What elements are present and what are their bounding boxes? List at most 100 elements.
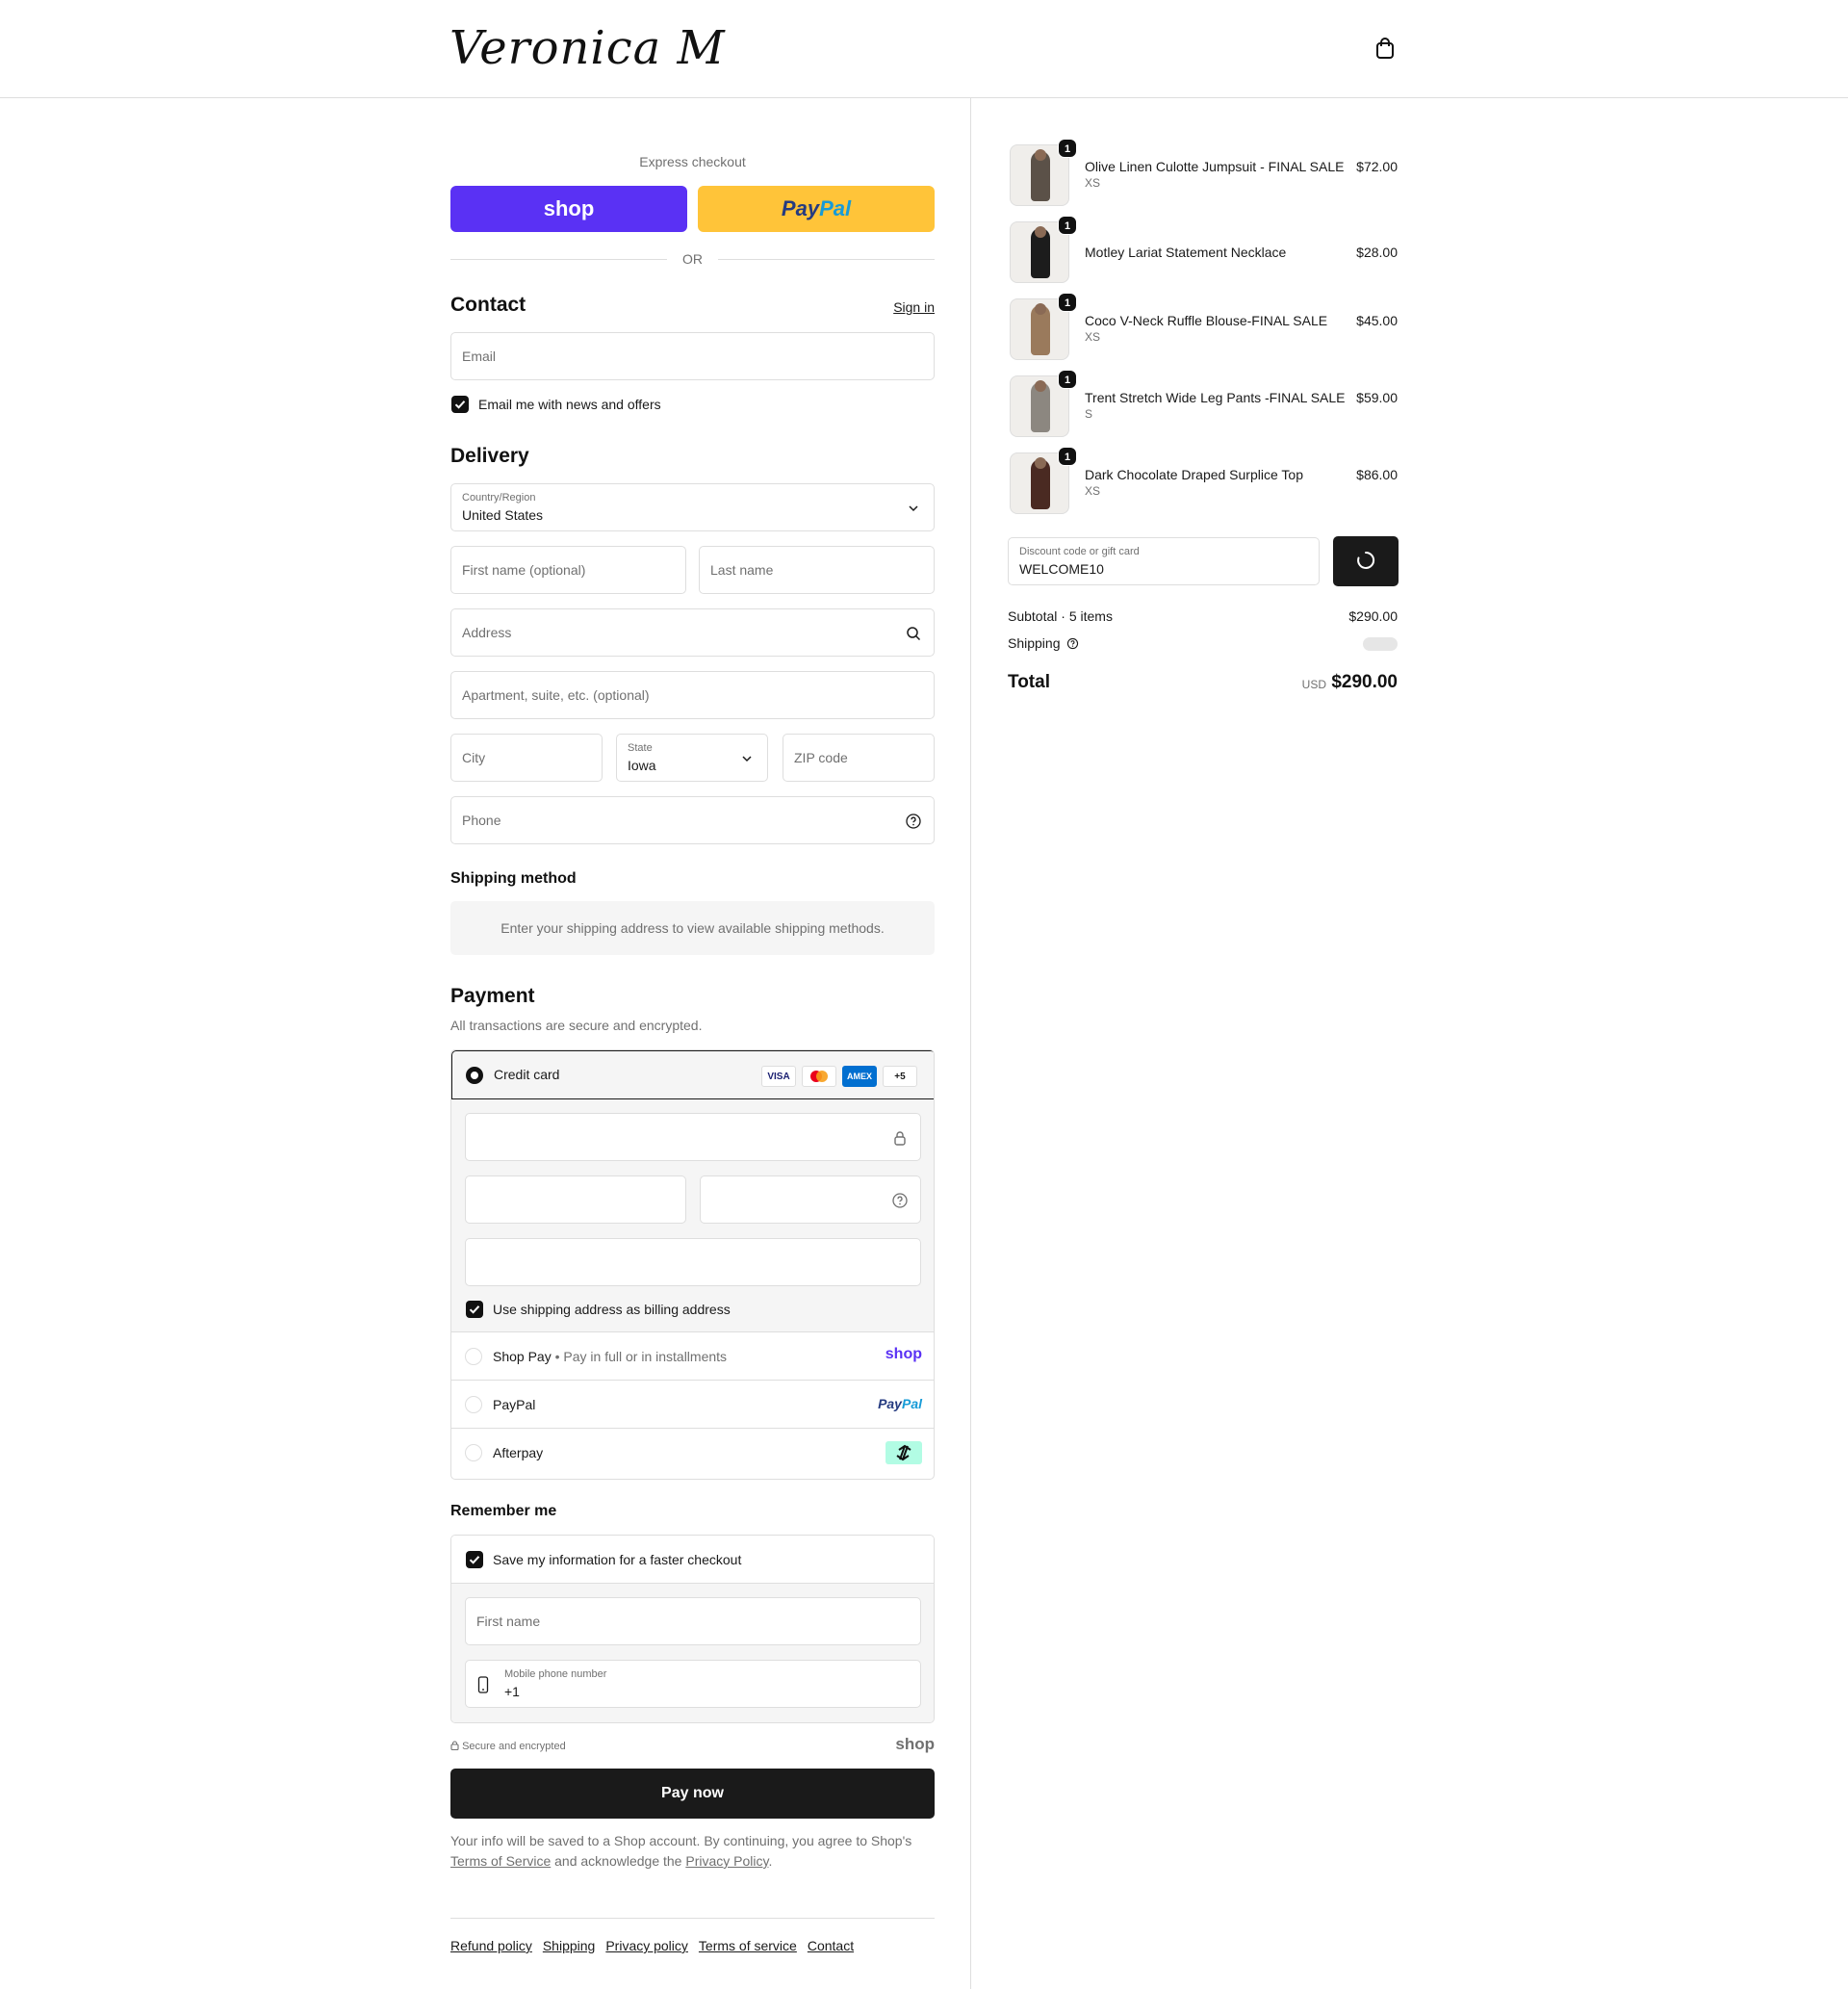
paypal-express-button[interactable]: Pay Pal [698, 186, 935, 232]
shop-pay-express-button[interactable]: shop [450, 186, 687, 232]
paypal-option[interactable]: PayPal PayPal [451, 1381, 934, 1429]
last-name-field[interactable]: Last name [699, 546, 935, 594]
delivery-title: Delivery [450, 445, 529, 467]
privacy-policy-link[interactable]: Privacy policy [605, 1938, 688, 1953]
apply-discount-button[interactable] [1333, 536, 1399, 586]
item-price: $28.00 [1356, 245, 1398, 260]
mastercard-icon [802, 1066, 836, 1087]
paypal-radio[interactable] [465, 1396, 482, 1413]
zip-placeholder: ZIP code [794, 750, 848, 765]
product-figure-head [1035, 303, 1046, 315]
afterpay-radio[interactable] [465, 1444, 482, 1461]
item-price: $59.00 [1356, 390, 1398, 405]
city-placeholder: City [462, 750, 486, 765]
card-number-field[interactable] [465, 1113, 921, 1161]
last-name-placeholder: Last name [710, 562, 774, 578]
shopping-bag-icon[interactable] [1374, 37, 1396, 60]
help-icon[interactable] [891, 1192, 909, 1209]
shipping-link[interactable]: Shipping [543, 1938, 596, 1953]
terms-of-service-link[interactable]: Terms of service [699, 1938, 797, 1953]
shop-pay-radio[interactable] [465, 1348, 482, 1365]
save-info-checkbox[interactable] [466, 1551, 483, 1568]
paypal-logo-pay: Pay [781, 196, 820, 220]
credit-card-form: Use shipping address as billing address [451, 1099, 934, 1332]
shop-pay-option[interactable]: Shop Pay • Pay in full or in installment… [451, 1332, 934, 1381]
quantity-badge: 1 [1058, 216, 1077, 235]
afterpay-arrows-icon [896, 1444, 911, 1461]
apartment-placeholder: Apartment, suite, etc. (optional) [462, 687, 650, 703]
contact-link[interactable]: Contact [808, 1938, 854, 1953]
afterpay-logo [886, 1441, 922, 1464]
lock-icon [894, 1131, 906, 1146]
credit-card-option[interactable]: Credit card VISA AMEX +5 [451, 1050, 934, 1099]
or-divider: OR [450, 249, 935, 269]
email-field[interactable]: Email [450, 332, 935, 380]
remember-first-name-field[interactable]: First name [465, 1597, 921, 1645]
help-icon[interactable] [1066, 637, 1079, 650]
discount-field[interactable]: Discount code or gift card WELCOME10 [1008, 537, 1320, 585]
afterpay-option[interactable]: Afterpay [451, 1429, 934, 1477]
quantity-badge: 1 [1058, 447, 1077, 466]
phone-field[interactable]: Phone [450, 796, 935, 844]
refund-policy-link[interactable]: Refund policy [450, 1938, 532, 1953]
state-label: State [628, 742, 653, 754]
total-label: Total [1008, 672, 1050, 692]
item-name: Dark Chocolate Draped Surplice Top [1085, 467, 1303, 482]
secure-note: Secure and encrypted [450, 1741, 566, 1752]
help-icon[interactable] [905, 813, 922, 830]
pay-now-button[interactable]: Pay now [450, 1769, 935, 1819]
state-select[interactable]: State Iowa [616, 734, 768, 782]
legal-text: Your info will be saved to a Shop accoun… [450, 1833, 912, 1869]
first-name-field[interactable]: First name (optional) [450, 546, 686, 594]
item-price: $86.00 [1356, 467, 1398, 482]
paypal-logo-pal: Pal [819, 196, 852, 220]
product-figure-head [1035, 226, 1046, 238]
address-field[interactable]: Address [450, 608, 935, 657]
store-logo[interactable]: Veronica M [449, 19, 726, 77]
cart-item: 1 Trent Stretch Wide Leg Pants -FINAL SA… [1008, 370, 1398, 441]
check-icon [469, 1305, 480, 1314]
country-select[interactable]: Country/Region United States [450, 483, 935, 531]
footer-links: Refund policy Shipping Privacy policy Terms… [450, 1938, 864, 1953]
security-code-field[interactable] [700, 1175, 921, 1224]
save-info-row[interactable]: Save my information for a faster checkou… [451, 1536, 934, 1584]
city-field[interactable]: City [450, 734, 603, 782]
cart-item: 1 Coco V-Neck Ruffle Blouse-FINAL SALE X… [1008, 293, 1398, 364]
item-price: $45.00 [1356, 313, 1398, 328]
cart-item: 1 Olive Linen Culotte Jumpsuit - FINAL S… [1008, 139, 1398, 210]
quantity-badge: 1 [1058, 293, 1077, 312]
check-icon [469, 1556, 480, 1564]
news-label: Email me with news and offers [478, 397, 661, 412]
subtotal-value: $290.00 [1348, 608, 1398, 624]
shipping-method-title: Shipping method [450, 870, 577, 887]
item-variant: XS [1085, 176, 1101, 190]
name-on-card-field[interactable] [465, 1238, 921, 1286]
subtotal-label: Subtotal · 5 items [1008, 608, 1113, 624]
terms-link[interactable]: Terms of Service [450, 1853, 551, 1869]
secure-label: Secure and encrypted [462, 1741, 566, 1752]
item-price: $72.00 [1356, 159, 1398, 174]
privacy-link[interactable]: Privacy Policy [685, 1853, 768, 1869]
credit-card-label: Credit card [494, 1067, 560, 1082]
mobile-phone-field[interactable]: Mobile phone number +1 [465, 1660, 921, 1708]
zip-field[interactable]: ZIP code [783, 734, 935, 782]
news-checkbox[interactable] [451, 396, 469, 413]
amex-icon: AMEX [842, 1066, 877, 1087]
state-value: Iowa [628, 758, 656, 773]
billing-checkbox[interactable] [466, 1301, 483, 1318]
credit-card-radio[interactable] [466, 1067, 483, 1084]
expiration-field[interactable] [465, 1175, 686, 1224]
item-variant: XS [1085, 484, 1101, 498]
shop-pay-label: Shop Pay • Pay in full or in installment… [493, 1349, 728, 1364]
shop-logo: shop [895, 1735, 935, 1753]
remember-first-name-placeholder: First name [476, 1614, 541, 1629]
apartment-field[interactable]: Apartment, suite, etc. (optional) [450, 671, 935, 719]
country-label: Country/Region [462, 492, 536, 504]
check-icon [454, 400, 466, 409]
cart-item: 1 Dark Chocolate Draped Surplice Top XS … [1008, 447, 1398, 518]
quantity-badge: 1 [1058, 370, 1077, 389]
item-name: Trent Stretch Wide Leg Pants -FINAL SALE [1085, 390, 1346, 405]
sign-in-link[interactable]: Sign in [893, 299, 935, 315]
phone-placeholder: Phone [462, 813, 501, 828]
remember-title: Remember me [450, 1503, 557, 1519]
